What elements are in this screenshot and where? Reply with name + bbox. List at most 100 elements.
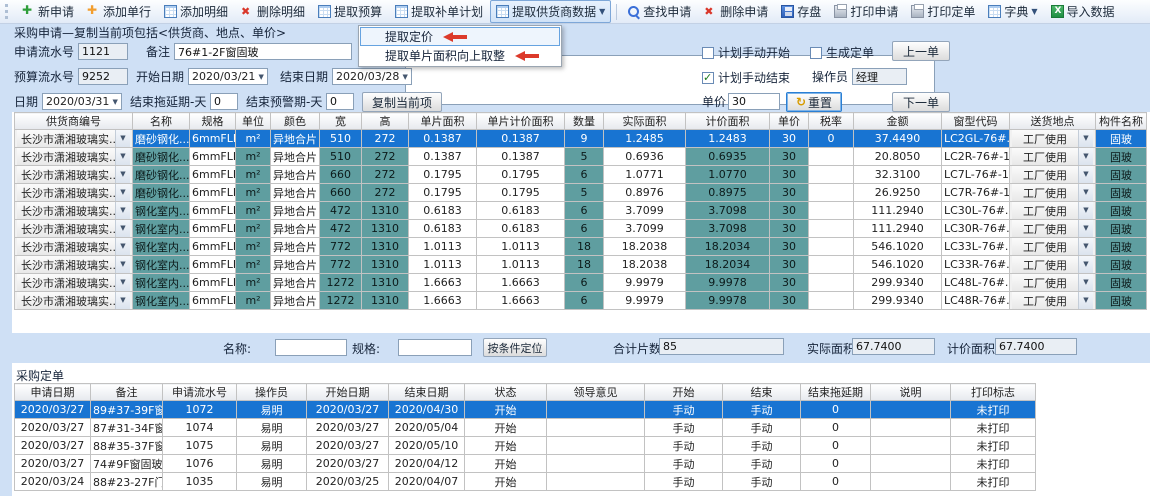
combo-cell[interactable]: 长沙市潇湘玻璃实...▼ — [17, 202, 130, 219]
table-cell[interactable]: 272 — [362, 166, 409, 184]
chevron-down-icon[interactable]: ▼ — [115, 274, 130, 291]
table-cell[interactable]: 9 — [565, 130, 604, 148]
table-cell[interactable]: 2020/05/04 — [389, 419, 465, 437]
table-cell[interactable]: 1.0771 — [604, 166, 686, 184]
table-cell[interactable]: 111.2940 — [854, 220, 942, 238]
table-cell[interactable]: 0.6935 — [686, 148, 770, 166]
table-cell[interactable]: 1.0113 — [409, 256, 477, 274]
combo-cell[interactable]: 长沙市潇湘玻璃实...▼ — [17, 256, 130, 273]
combo-cell[interactable]: 工厂使用▼ — [1012, 130, 1093, 147]
table-cell[interactable]: LC48R-76#... — [942, 292, 1010, 310]
table-cell[interactable]: LC30L-76#... — [942, 202, 1010, 220]
table-cell[interactable]: 6 — [565, 202, 604, 220]
checkbox-generate-order[interactable] — [810, 47, 822, 59]
table-cell[interactable]: 钢化室内... — [133, 238, 190, 256]
table-row[interactable]: 2020/03/2788#35-37F窗固玻1075易明2020/03/2720… — [15, 437, 1036, 455]
table-cell[interactable]: 30 — [770, 292, 809, 310]
table-cell[interactable]: 0.1387 — [477, 148, 565, 166]
table-cell[interactable]: 工厂使用▼ — [1010, 166, 1096, 184]
table-cell[interactable]: 0 — [809, 130, 854, 148]
table-cell[interactable]: 磨砂钢化... — [133, 130, 190, 148]
chevron-down-icon[interactable]: ▼ — [115, 238, 130, 255]
combo-cell[interactable]: 长沙市潇湘玻璃实...▼ — [17, 292, 130, 309]
chevron-down-icon[interactable]: ▼ — [115, 148, 130, 165]
date-select[interactable]: 2020/03/31 ▼ — [42, 93, 122, 110]
table-cell[interactable]: 88#23-27F门顶玻 — [91, 473, 163, 491]
table-cell[interactable]: 工厂使用▼ — [1010, 220, 1096, 238]
table-cell[interactable]: 手动 — [645, 401, 723, 419]
table-cell[interactable]: 2020/04/30 — [389, 401, 465, 419]
table-cell[interactable]: 工厂使用▼ — [1010, 184, 1096, 202]
combo-cell[interactable]: 工厂使用▼ — [1012, 238, 1093, 255]
combo-cell[interactable]: 长沙市潇湘玻璃实...▼ — [17, 220, 130, 237]
table-cell[interactable]: 手动 — [723, 401, 801, 419]
combo-cell[interactable]: 工厂使用▼ — [1012, 256, 1093, 273]
chevron-down-icon[interactable]: ▼ — [1078, 166, 1093, 183]
table-cell[interactable]: 易明 — [237, 419, 307, 437]
table-cell[interactable]: 异地合片 — [271, 256, 320, 274]
chevron-down-icon[interactable]: ▼ — [1078, 292, 1093, 309]
table-cell[interactable]: 2020/04/07 — [389, 473, 465, 491]
chevron-down-icon[interactable]: ▼ — [115, 130, 130, 147]
budget-number-input[interactable] — [78, 68, 128, 85]
table-cell[interactable]: m² — [236, 220, 271, 238]
table-cell[interactable]: 660 — [320, 184, 362, 202]
table-cell[interactable]: 工厂使用▼ — [1010, 292, 1096, 310]
table-cell[interactable]: 未打印 — [951, 419, 1036, 437]
table-cell[interactable]: m² — [236, 130, 271, 148]
table-cell[interactable]: 1072 — [163, 401, 237, 419]
table-cell[interactable] — [871, 419, 951, 437]
chevron-down-icon[interactable]: ▼ — [1078, 238, 1093, 255]
chevron-down-icon[interactable]: ▼ — [1078, 148, 1093, 165]
table-cell[interactable]: LC48L-76#... — [942, 274, 1010, 292]
table-row[interactable]: 2020/03/2488#23-27F门顶玻1035易明2020/03/2520… — [15, 473, 1036, 491]
table-cell[interactable]: 1272 — [320, 274, 362, 292]
table-cell[interactable]: 1.0113 — [477, 238, 565, 256]
table-cell[interactable]: 0 — [801, 401, 871, 419]
table-cell[interactable]: m² — [236, 148, 271, 166]
table-cell[interactable]: 钢化室内... — [133, 256, 190, 274]
table-cell[interactable]: 0.1387 — [477, 130, 565, 148]
table-cell[interactable]: LC2GL-76#... — [942, 130, 1010, 148]
table-cell[interactable]: 长沙市潇湘玻璃实...▼ — [15, 202, 133, 220]
toolbar-button-extract-supplier-data[interactable]: 提取供货商数据▼ — [490, 0, 611, 23]
table-cell[interactable]: 1.6663 — [477, 274, 565, 292]
menu-item-1[interactable]: 提取定价 — [360, 27, 560, 46]
prev-order-button[interactable]: 上一单 — [892, 41, 950, 61]
table-cell[interactable]: 18.2038 — [604, 238, 686, 256]
table-cell[interactable]: 30 — [770, 238, 809, 256]
table-cell[interactable]: 89#37-39F窗固玻 — [91, 401, 163, 419]
unit-price-input[interactable] — [728, 93, 780, 110]
toolbar-button-new-request[interactable]: 新申请 — [16, 0, 80, 23]
table-cell[interactable]: 5 — [565, 148, 604, 166]
table-cell[interactable]: 工厂使用▼ — [1010, 148, 1096, 166]
table-row[interactable]: 长沙市潇湘玻璃实...▼钢化室内...6mmFLE...m²异地合片772131… — [15, 238, 1147, 256]
table-cell[interactable]: 固玻 — [1096, 220, 1147, 238]
table-cell[interactable] — [547, 437, 645, 455]
table-cell[interactable]: 1.2485 — [604, 130, 686, 148]
table-cell[interactable]: 0.6183 — [409, 202, 477, 220]
table-cell[interactable]: 异地合片 — [271, 202, 320, 220]
table-cell[interactable]: 74#9F窗固玻 — [91, 455, 163, 473]
table-cell[interactable] — [809, 148, 854, 166]
table-row[interactable]: 长沙市潇湘玻璃实...▼磨砂钢化...6mmFLE...m²异地合片660272… — [15, 184, 1147, 202]
table-cell[interactable]: 0.1795 — [477, 184, 565, 202]
table-cell[interactable]: 2020/05/10 — [389, 437, 465, 455]
table-cell[interactable]: 88#35-37F窗固玻 — [91, 437, 163, 455]
table-cell[interactable]: 0.1795 — [477, 166, 565, 184]
table-cell[interactable]: 手动 — [645, 437, 723, 455]
table-cell[interactable]: 开始 — [465, 437, 547, 455]
table-row[interactable]: 长沙市潇湘玻璃实...▼磨砂钢化...6mmFLE...m²异地合片510272… — [15, 148, 1147, 166]
table-cell[interactable]: 开始 — [465, 419, 547, 437]
table-cell[interactable]: 手动 — [723, 473, 801, 491]
table-cell[interactable]: 0.6936 — [604, 148, 686, 166]
chevron-down-icon[interactable]: ▼ — [115, 184, 130, 201]
menu-item-2[interactable]: 提取单片面积向上取整 — [360, 46, 560, 65]
table-cell[interactable]: 18.2038 — [604, 256, 686, 274]
table-cell[interactable]: 手动 — [645, 473, 723, 491]
combo-cell[interactable]: 工厂使用▼ — [1012, 148, 1093, 165]
table-cell[interactable]: 6mmFLE... — [190, 274, 236, 292]
table-cell[interactable]: 6mmFLE... — [190, 166, 236, 184]
table-row[interactable]: 长沙市潇湘玻璃实...▼钢化室内...6mmFLE...m²异地合片127213… — [15, 292, 1147, 310]
checkbox-plan-manual-end[interactable] — [702, 72, 714, 84]
